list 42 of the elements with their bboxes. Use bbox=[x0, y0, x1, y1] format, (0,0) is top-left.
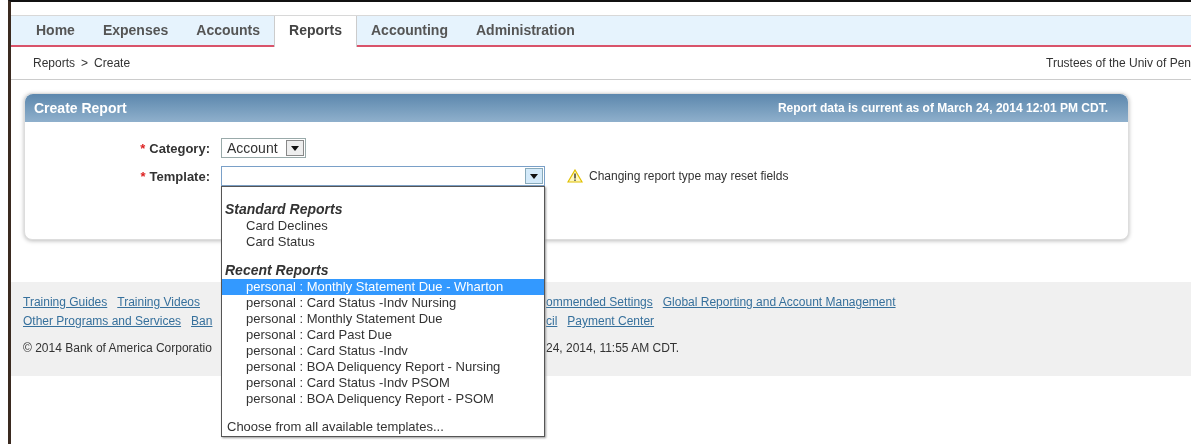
template-select[interactable] bbox=[221, 166, 545, 186]
field-label: Category: bbox=[149, 140, 210, 156]
dropdown-option[interactable]: personal : BOA Deliquency Report - Nursing bbox=[222, 359, 544, 375]
breadcrumb-item: Create bbox=[94, 56, 131, 70]
breadcrumb-separator: > bbox=[81, 56, 89, 70]
dropdown-option[interactable]: Card Declines bbox=[222, 218, 544, 234]
copyright-text: © 2014 Bank of America Corporatio bbox=[23, 341, 212, 357]
footer-link[interactable]: Payment Center bbox=[567, 314, 655, 333]
field-label: Template: bbox=[149, 168, 210, 184]
data-currency-note: Report data is current as of March 24, 2014 12:01 PM CDT. bbox=[777, 101, 1108, 115]
nav-tab[interactable]: Accounts bbox=[182, 16, 275, 45]
nav-tab[interactable]: Home bbox=[22, 16, 89, 45]
nav-tab[interactable]: Administration bbox=[462, 16, 589, 45]
footer-link[interactable]: Ban bbox=[191, 314, 213, 333]
dropdown-option[interactable]: personal : Card Status -Indv Nursing bbox=[222, 295, 544, 311]
nav-tab[interactable]: Accounting bbox=[357, 16, 462, 45]
dropdown-option[interactable]: Choose from all available templates... bbox=[222, 419, 544, 434]
category-select[interactable]: Account bbox=[221, 138, 306, 158]
nav-tab[interactable]: Expenses bbox=[88, 16, 183, 45]
breadcrumb-item[interactable]: Reports bbox=[33, 56, 76, 70]
dropdown-option[interactable]: personal : Card Status -Indv bbox=[222, 343, 544, 359]
dropdown-option[interactable]: personal : Monthly Statement Due bbox=[222, 311, 544, 327]
footer-link[interactable]: ommended Settings bbox=[546, 295, 653, 314]
copyright-text: 24, 2014, 11:55 AM CDT. bbox=[546, 341, 680, 357]
dropdown-option[interactable]: Card Status bbox=[222, 234, 544, 250]
footer-link[interactable]: cil bbox=[546, 314, 558, 333]
footer-link[interactable]: Global Reporting and Account Management bbox=[662, 295, 896, 314]
footer-link[interactable]: Training Videos bbox=[117, 295, 200, 314]
footer-link[interactable]: Training Guides bbox=[23, 295, 108, 314]
warning-message: Changing report type may reset fields bbox=[589, 169, 789, 183]
nav-tab[interactable]: Reports bbox=[274, 16, 357, 47]
panel-title: Create Report bbox=[34, 100, 127, 116]
footer-link[interactable]: Other Programs and Services bbox=[23, 314, 182, 333]
organization-name: Trustees of the Univ of Pen bbox=[1046, 56, 1191, 70]
dropdown-option[interactable]: personal : BOA Deliquency Report - PSOM bbox=[222, 391, 544, 407]
group-heading: Recent Reports bbox=[224, 262, 330, 279]
required-asterisk: * bbox=[140, 140, 146, 156]
group-heading: Standard Reports bbox=[224, 201, 344, 218]
warning-icon bbox=[567, 169, 583, 183]
dropdown-option[interactable]: personal : Card Past Due bbox=[222, 327, 544, 343]
dropdown-option[interactable]: personal : Card Status -Indv PSOM bbox=[222, 375, 544, 391]
required-asterisk: * bbox=[140, 168, 146, 184]
